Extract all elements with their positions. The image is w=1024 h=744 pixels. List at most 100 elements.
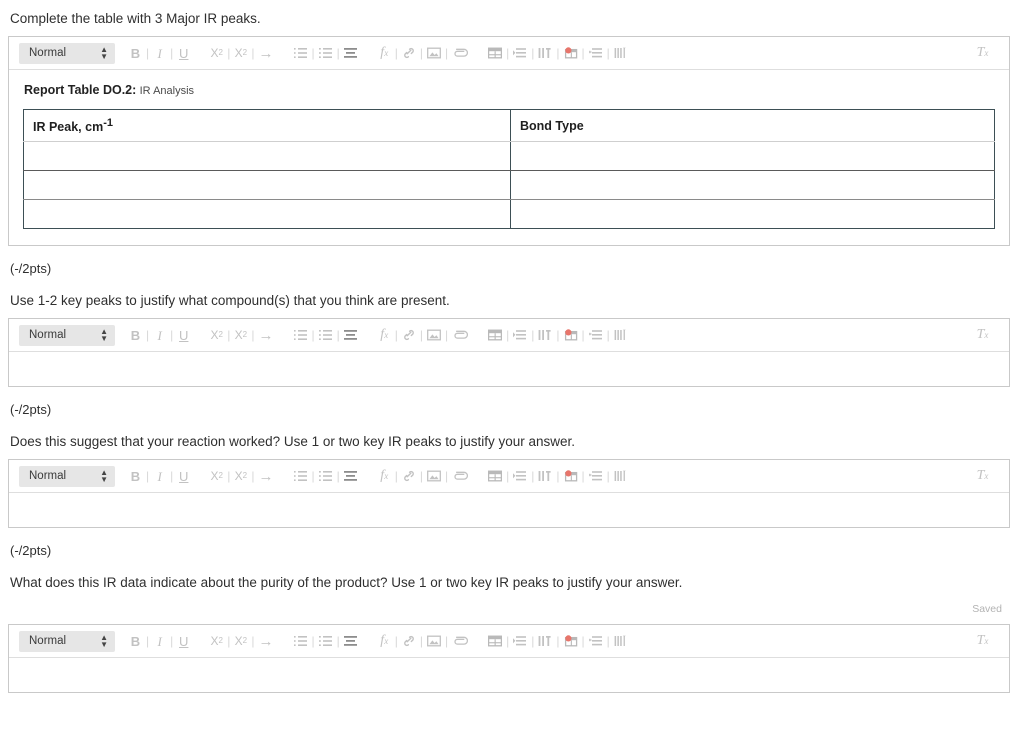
attachment-icon[interactable] bbox=[452, 466, 469, 486]
insert-column-icon[interactable] bbox=[538, 43, 552, 63]
underline-icon[interactable]: U bbox=[177, 631, 190, 651]
editor-content-1[interactable]: Report Table DO.2: IR Analysis IR Peak, … bbox=[9, 70, 1009, 245]
align-icon[interactable] bbox=[343, 325, 358, 345]
italic-icon[interactable]: I bbox=[153, 466, 166, 486]
numbered-list-icon[interactable] bbox=[293, 631, 308, 651]
clear-formatting-icon[interactable]: Tx bbox=[976, 466, 989, 486]
insert-column-icon[interactable] bbox=[538, 325, 552, 345]
image-icon[interactable] bbox=[427, 631, 441, 651]
rich-text-editor-1[interactable]: Normal ▲ ▼ B | I | U X2 | X2 | → | | f x… bbox=[8, 36, 1010, 246]
insert-row-icon[interactable] bbox=[513, 43, 527, 63]
image-icon[interactable] bbox=[427, 325, 441, 345]
align-icon[interactable] bbox=[343, 466, 358, 486]
attachment-icon[interactable] bbox=[452, 43, 469, 63]
link-icon[interactable] bbox=[402, 631, 416, 651]
bulleted-list-icon[interactable] bbox=[318, 631, 333, 651]
paragraph-style-select-3[interactable]: Normal ▲ ▼ bbox=[19, 465, 115, 487]
link-icon[interactable] bbox=[402, 466, 416, 486]
subscript-icon[interactable]: X2 bbox=[210, 466, 223, 486]
numbered-list-icon[interactable] bbox=[293, 325, 308, 345]
superscript-icon[interactable]: X2 bbox=[234, 43, 247, 63]
attachment-icon[interactable] bbox=[452, 631, 469, 651]
align-icon[interactable] bbox=[343, 631, 358, 651]
clear-formatting-icon[interactable]: Tx bbox=[976, 631, 989, 651]
link-icon[interactable] bbox=[402, 43, 416, 63]
bold-icon[interactable]: B bbox=[129, 631, 142, 651]
insert-table-icon[interactable] bbox=[488, 466, 503, 486]
subscript-icon[interactable]: X2 bbox=[210, 325, 223, 345]
clear-formatting-icon[interactable]: Tx bbox=[976, 325, 989, 345]
table-row[interactable] bbox=[23, 199, 995, 229]
bold-icon[interactable]: B bbox=[129, 325, 142, 345]
bold-icon[interactable]: B bbox=[129, 466, 142, 486]
editor-content-2[interactable] bbox=[9, 352, 1009, 386]
cell-bond-type-2[interactable] bbox=[510, 170, 995, 200]
ir-analysis-table[interactable]: IR Peak, cm-1 Bond Type bbox=[23, 109, 995, 229]
italic-icon[interactable]: I bbox=[153, 325, 166, 345]
rich-text-editor-2[interactable]: Normal ▲ ▼ B | I | U X2 | X2 | → | | f x… bbox=[8, 318, 1010, 387]
merge-cells-icon[interactable] bbox=[588, 43, 603, 63]
numbered-list-icon[interactable] bbox=[293, 43, 308, 63]
delete-table-cell-icon[interactable] bbox=[564, 466, 578, 486]
delete-table-cell-icon[interactable] bbox=[564, 325, 578, 345]
superscript-icon[interactable]: X2 bbox=[234, 466, 247, 486]
formula-icon[interactable]: fx bbox=[378, 43, 391, 63]
insert-table-icon[interactable] bbox=[488, 631, 503, 651]
underline-icon[interactable]: U bbox=[177, 325, 190, 345]
clear-formatting-icon[interactable]: Tx bbox=[976, 43, 989, 63]
paragraph-style-select-4[interactable]: Normal ▲ ▼ bbox=[19, 630, 115, 652]
italic-icon[interactable]: I bbox=[153, 631, 166, 651]
indent-icon[interactable]: → bbox=[259, 43, 274, 63]
cell-bond-type-1[interactable] bbox=[510, 141, 995, 171]
insert-row-icon[interactable] bbox=[513, 631, 527, 651]
paragraph-style-select-1[interactable]: Normal ▲ ▼ bbox=[19, 42, 115, 64]
insert-column-icon[interactable] bbox=[538, 466, 552, 486]
insert-row-icon[interactable] bbox=[513, 466, 527, 486]
insert-table-icon[interactable] bbox=[488, 325, 503, 345]
table-properties-icon[interactable] bbox=[614, 325, 628, 345]
superscript-icon[interactable]: X2 bbox=[234, 631, 247, 651]
table-properties-icon[interactable] bbox=[614, 631, 628, 651]
delete-table-cell-icon[interactable] bbox=[564, 43, 578, 63]
underline-icon[interactable]: U bbox=[177, 466, 190, 486]
cell-bond-type-3[interactable] bbox=[510, 199, 995, 229]
table-row[interactable] bbox=[23, 170, 995, 200]
delete-table-cell-icon[interactable] bbox=[564, 631, 578, 651]
bulleted-list-icon[interactable] bbox=[318, 43, 333, 63]
indent-icon[interactable]: → bbox=[259, 631, 274, 651]
merge-cells-icon[interactable] bbox=[588, 631, 603, 651]
cell-ir-peak-2[interactable] bbox=[23, 170, 511, 200]
formula-icon[interactable]: fx bbox=[378, 631, 391, 651]
subscript-icon[interactable]: X2 bbox=[210, 631, 223, 651]
table-properties-icon[interactable] bbox=[614, 43, 628, 63]
merge-cells-icon[interactable] bbox=[588, 466, 603, 486]
indent-icon[interactable]: → bbox=[259, 466, 274, 486]
superscript-icon[interactable]: X2 bbox=[234, 325, 247, 345]
attachment-icon[interactable] bbox=[452, 325, 469, 345]
numbered-list-icon[interactable] bbox=[293, 466, 308, 486]
italic-icon[interactable]: I bbox=[153, 43, 166, 63]
align-icon[interactable] bbox=[343, 43, 358, 63]
link-icon[interactable] bbox=[402, 325, 416, 345]
merge-cells-icon[interactable] bbox=[588, 325, 603, 345]
cell-ir-peak-1[interactable] bbox=[23, 141, 511, 171]
bulleted-list-icon[interactable] bbox=[318, 466, 333, 486]
image-icon[interactable] bbox=[427, 466, 441, 486]
formula-icon[interactable]: fx bbox=[378, 325, 391, 345]
formula-icon[interactable]: fx bbox=[378, 466, 391, 486]
table-properties-icon[interactable] bbox=[614, 466, 628, 486]
cell-ir-peak-3[interactable] bbox=[23, 199, 511, 229]
rich-text-editor-3[interactable]: Normal ▲ ▼ B | I | U X2 | X2 | → | | f x… bbox=[8, 459, 1010, 528]
editor-content-3[interactable] bbox=[9, 493, 1009, 527]
table-row[interactable] bbox=[23, 141, 995, 171]
bold-icon[interactable]: B bbox=[129, 43, 142, 63]
paragraph-style-select-2[interactable]: Normal ▲ ▼ bbox=[19, 324, 115, 346]
image-icon[interactable] bbox=[427, 43, 441, 63]
subscript-icon[interactable]: X2 bbox=[210, 43, 223, 63]
insert-column-icon[interactable] bbox=[538, 631, 552, 651]
indent-icon[interactable]: → bbox=[259, 325, 274, 345]
insert-row-icon[interactable] bbox=[513, 325, 527, 345]
bulleted-list-icon[interactable] bbox=[318, 325, 333, 345]
insert-table-icon[interactable] bbox=[488, 43, 503, 63]
rich-text-editor-4[interactable]: Normal ▲ ▼ B | I | U X2 | X2 | → | | f x… bbox=[8, 624, 1010, 693]
